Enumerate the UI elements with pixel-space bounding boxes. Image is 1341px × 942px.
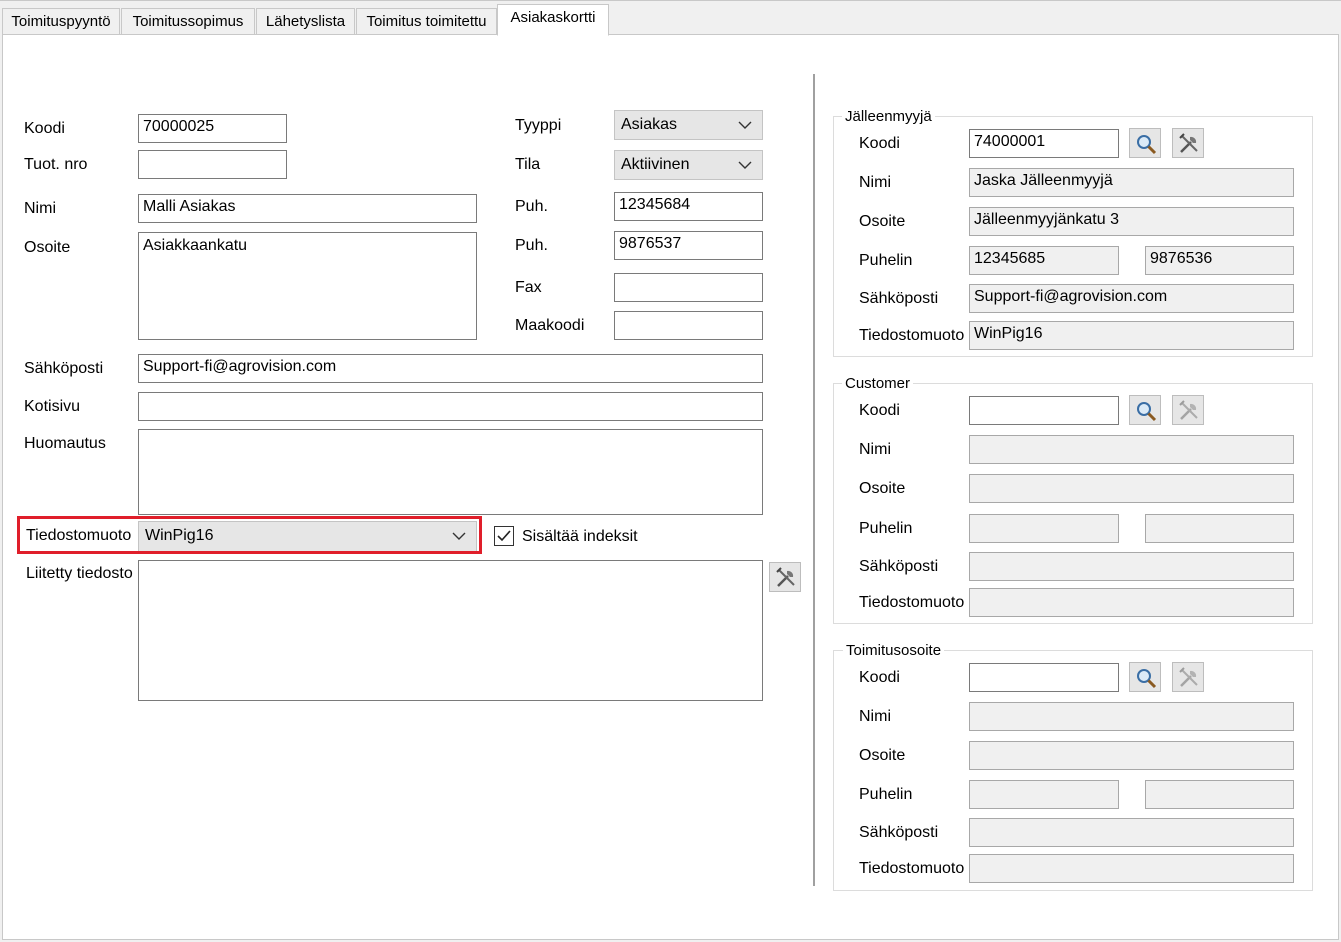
customer-sahkoposti-label: Sähköposti — [859, 558, 939, 575]
puh2-field[interactable]: 9876537 — [614, 231, 763, 260]
tools-icon — [776, 567, 795, 587]
customer-puhelin-label: Puhelin — [859, 520, 913, 537]
reseller-nimi-field[interactable]: Jaska Jälleenmyyjä — [969, 168, 1294, 197]
tab-bar: Toimituspyyntö Toimitussopimus Lähetysli… — [0, 0, 1341, 36]
delivery-group-title: Toimitusosoite — [843, 642, 945, 660]
customer-koodi-label: Koodi — [859, 402, 900, 419]
delivery-sahkoposti-field[interactable] — [969, 818, 1294, 847]
reseller-nimi-label: Nimi — [859, 174, 891, 191]
delivery-tiedostomuoto-field[interactable] — [969, 854, 1294, 883]
liitetty-tiedosto-label: Liitetty tiedosto — [26, 565, 133, 582]
tyyppi-label: Tyyppi — [515, 117, 562, 134]
highlight-frame — [17, 516, 482, 554]
tools-icon — [1179, 667, 1198, 687]
reseller-osoite-label: Osoite — [859, 213, 906, 230]
reseller-puhelin-label: Puhelin — [859, 252, 913, 269]
koodi-field[interactable]: 70000025 — [138, 114, 287, 143]
puh1-label: Puh. — [515, 198, 548, 215]
fax-label: Fax — [515, 279, 542, 296]
delivery-osoite-label: Osoite — [859, 747, 906, 764]
osoite-label: Osoite — [24, 239, 71, 256]
tila-value: Aktiivinen — [621, 156, 690, 173]
liitetty-tiedosto-area[interactable] — [138, 560, 763, 701]
tila-label: Tila — [515, 156, 541, 173]
nimi-label: Nimi — [24, 200, 56, 217]
tools-icon — [1179, 133, 1198, 153]
reseller-group-title: Jälleenmyyjä — [842, 108, 935, 126]
reseller-sahkoposti-label: Sähköposti — [859, 290, 939, 307]
delivery-tiedostomuoto-label: Tiedostomuoto — [859, 860, 965, 877]
delivery-osoite-field[interactable] — [969, 741, 1294, 770]
kotisivu-field[interactable] — [138, 392, 763, 421]
sahkoposti-label: Sähköposti — [24, 360, 104, 377]
customer-osoite-label: Osoite — [859, 480, 906, 497]
reseller-tiedostomuoto-field[interactable]: WinPig16 — [969, 321, 1294, 350]
tyyppi-dropdown[interactable]: Asiakas — [614, 110, 763, 140]
maakoodi-label: Maakoodi — [515, 317, 585, 334]
chevron-down-icon — [738, 121, 752, 129]
checkmark-icon — [497, 530, 511, 542]
reseller-osoite-field[interactable]: Jälleenmyyjänkatu 3 — [969, 207, 1294, 236]
delivery-koodi-field[interactable] — [969, 663, 1119, 692]
sahkoposti-field[interactable]: Support-fi@agrovision.com — [138, 354, 763, 383]
tab-asiakaskortti[interactable]: Asiakaskortti — [497, 4, 609, 36]
customer-tiedostomuoto-label: Tiedostomuoto — [859, 594, 965, 611]
customer-group-title: Customer — [842, 375, 914, 393]
tab-toimituspyynto[interactable]: Toimituspyyntö — [2, 8, 120, 35]
customer-puhelin1-field[interactable] — [969, 514, 1119, 543]
delivery-tools-button[interactable] — [1172, 662, 1204, 692]
tila-dropdown[interactable]: Aktiivinen — [614, 150, 763, 180]
huomautus-textarea[interactable] — [138, 429, 763, 515]
koodi-label: Koodi — [24, 120, 65, 137]
reseller-tiedostomuoto-label: Tiedostomuoto — [859, 327, 965, 344]
reseller-tools-button[interactable] — [1172, 128, 1204, 158]
customer-puhelin2-field[interactable] — [1145, 514, 1294, 543]
tyyppi-value: Asiakas — [621, 116, 678, 133]
magnifier-icon — [1137, 402, 1157, 422]
delivery-puhelin1-field[interactable] — [969, 780, 1119, 809]
customer-tools-button[interactable] — [1172, 395, 1204, 425]
delivery-puhelin2-field[interactable] — [1145, 780, 1294, 809]
sisaltaa-indeksit-label: Sisältää indeksit — [522, 528, 638, 545]
nimi-field[interactable]: Malli Asiakas — [138, 194, 477, 223]
column-separator — [813, 74, 815, 886]
customer-tiedostomuoto-field[interactable] — [969, 588, 1294, 617]
fax-field[interactable] — [614, 273, 763, 302]
tab-toimitus-toimitettu[interactable]: Toimitus toimitettu — [356, 8, 497, 35]
customer-sahkoposti-field[interactable] — [969, 552, 1294, 581]
reseller-sahkoposti-field[interactable]: Support-fi@agrovision.com — [969, 284, 1294, 313]
chevron-down-icon — [738, 161, 752, 169]
magnifier-icon — [1137, 135, 1157, 155]
tools-icon — [1179, 400, 1198, 420]
sisaltaa-indeksit-checkbox[interactable] — [494, 526, 514, 546]
reseller-puhelin1-field[interactable]: 12345685 — [969, 246, 1119, 275]
puh2-label: Puh. — [515, 237, 548, 254]
customer-nimi-label: Nimi — [859, 441, 891, 458]
tuot-nro-field[interactable] — [138, 150, 287, 179]
reseller-koodi-field[interactable]: 74000001 — [969, 129, 1119, 158]
tuot-nro-label: Tuot. nro — [24, 156, 88, 173]
tab-lahetyslista[interactable]: Lähetyslista — [256, 8, 355, 35]
reseller-puhelin2-field[interactable]: 9876536 — [1145, 246, 1294, 275]
liitetty-tiedosto-tools-button[interactable] — [769, 562, 801, 592]
delivery-nimi-label: Nimi — [859, 708, 891, 725]
customer-osoite-field[interactable] — [969, 474, 1294, 503]
reseller-koodi-label: Koodi — [859, 135, 900, 152]
customer-nimi-field[interactable] — [969, 435, 1294, 464]
osoite-textarea[interactable]: Asiakkaankatu — [138, 232, 477, 340]
huomautus-label: Huomautus — [24, 435, 106, 452]
delivery-puhelin-label: Puhelin — [859, 786, 913, 803]
customer-search-button[interactable] — [1129, 395, 1161, 425]
reseller-search-button[interactable] — [1129, 128, 1161, 158]
delivery-sahkoposti-label: Sähköposti — [859, 824, 939, 841]
puh1-field[interactable]: 12345684 — [614, 192, 763, 221]
kotisivu-label: Kotisivu — [24, 398, 81, 415]
delivery-nimi-field[interactable] — [969, 702, 1294, 731]
delivery-koodi-label: Koodi — [859, 669, 900, 686]
delivery-search-button[interactable] — [1129, 662, 1161, 692]
tab-toimitussopimus[interactable]: Toimitussopimus — [121, 8, 255, 35]
magnifier-icon — [1137, 669, 1157, 689]
customer-koodi-field[interactable] — [969, 396, 1119, 425]
maakoodi-field[interactable] — [614, 311, 763, 340]
